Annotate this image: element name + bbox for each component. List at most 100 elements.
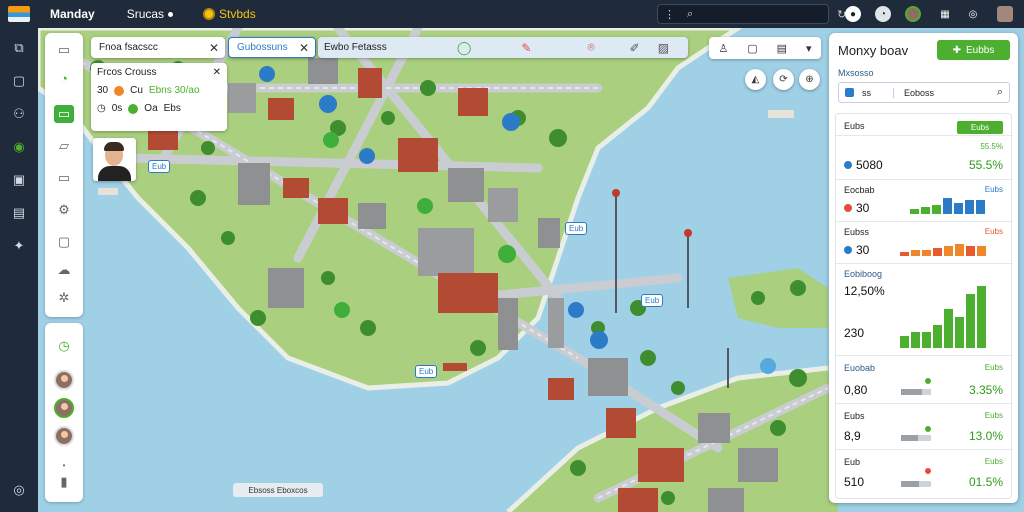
timer-icon[interactable]: ◷ bbox=[54, 337, 74, 355]
notification-icon[interactable]: ◔ bbox=[875, 6, 891, 22]
stat-icon bbox=[844, 246, 852, 254]
active-layer-icon[interactable]: ▭ bbox=[54, 105, 74, 123]
global-search[interactable]: ⋮ ⌕ ↻ bbox=[657, 4, 846, 24]
compass-icon[interactable]: ◭ bbox=[745, 69, 766, 90]
toggle-icon[interactable]: ▭ bbox=[54, 41, 74, 59]
filter-chip-secondary[interactable]: Gubossuns ✕ bbox=[228, 37, 316, 58]
bookmark-icon[interactable]: ▭ bbox=[54, 169, 74, 187]
map-label[interactable]: Eub bbox=[148, 160, 171, 173]
filter-icon bbox=[845, 88, 854, 97]
locate-icon[interactable]: ⟳ bbox=[773, 69, 794, 90]
map-scale: Ebsoss Eboxcos bbox=[233, 483, 323, 497]
mini-bar bbox=[900, 252, 909, 256]
plus-icon: ✚ bbox=[952, 44, 962, 56]
map-label[interactable]: Eub bbox=[565, 222, 588, 235]
stat-icon bbox=[844, 161, 852, 169]
mini-bar bbox=[932, 205, 941, 214]
filter-chip-primary[interactable]: Fnoa fsacscc ✕ bbox=[91, 37, 225, 58]
image-icon[interactable]: ▣ bbox=[11, 172, 27, 188]
frame-icon[interactable]: ▢ bbox=[54, 233, 74, 251]
mini-bar bbox=[977, 286, 986, 348]
stats-row[interactable]: Euobab Eubs 0,80 3.35% bbox=[836, 356, 1013, 404]
dropdown-icon[interactable]: ▾ bbox=[806, 42, 812, 55]
panel-title: Monxy boav bbox=[838, 43, 909, 58]
nav-search[interactable]: Srucas bbox=[127, 7, 174, 21]
share-icon[interactable]: ⚇ bbox=[11, 106, 27, 122]
panel-action-button[interactable]: ✚ Eubbs bbox=[937, 40, 1010, 60]
folder-tool-icon[interactable]: ▱ bbox=[54, 137, 74, 155]
mini-bar-chart bbox=[910, 198, 985, 214]
dot-icon bbox=[168, 11, 174, 17]
layers-icon[interactable]: ⧉ bbox=[11, 40, 27, 56]
mini-bar bbox=[966, 246, 975, 256]
map-layers-icon[interactable]: ⊕ bbox=[799, 69, 820, 90]
team-avatar-3[interactable] bbox=[54, 426, 74, 446]
map-tool-column: ▭ ◔ ▭ ▱ ▭ ⚙ ▢ ☁ ✲ bbox=[45, 33, 83, 317]
app-title: Manday bbox=[50, 7, 95, 21]
cloud-icon[interactable]: ☁ bbox=[54, 261, 74, 279]
gear-icon[interactable]: ⚙ bbox=[54, 201, 74, 219]
mini-bar bbox=[933, 325, 942, 348]
mini-bar bbox=[900, 336, 909, 348]
stats-list: Eubs Eubs 55.5% 5080 55.5% Eocbab Eubs 3… bbox=[835, 113, 1013, 500]
panel-search[interactable]: ss Eoboss ⌕ bbox=[838, 82, 1010, 103]
pin-green-icon[interactable]: ◯ bbox=[457, 40, 472, 56]
more-dot-icon[interactable]: • bbox=[54, 456, 74, 474]
person-icon[interactable]: ♙ bbox=[718, 42, 728, 55]
stats-row[interactable]: Eocbab Eubs 30 bbox=[836, 180, 1013, 222]
stats-row[interactable]: Eubs Eubs 8,9 13.0% bbox=[836, 404, 1013, 450]
list-icon[interactable]: ▤ bbox=[777, 42, 787, 55]
panel-icon[interactable]: ▤ bbox=[11, 205, 27, 221]
map-label[interactable]: Eub bbox=[641, 294, 664, 307]
analytics-panel: Monxy boav ✚ Eubbs Mxsosso ss Eoboss ⌕ E… bbox=[829, 33, 1018, 503]
profile-avatar[interactable] bbox=[997, 6, 1013, 22]
nav-status[interactable]: Stvbds bbox=[203, 7, 256, 21]
mini-bar bbox=[954, 203, 963, 214]
edit-icon[interactable]: ✐ bbox=[630, 41, 640, 55]
top-bar: Manday Srucas Stvbds bbox=[0, 0, 1024, 28]
mini-bar bbox=[955, 244, 964, 256]
check-icon[interactable]: ◔ bbox=[54, 69, 74, 87]
close-icon[interactable]: ✕ bbox=[209, 41, 219, 55]
settings-tool-icon[interactable]: ✲ bbox=[54, 289, 74, 307]
stats-header: Eubs Eubs bbox=[836, 114, 1013, 136]
map-toolbar-strip: Ewbo Fetasss ◯ ✎ ⌾ ✐ ▨ bbox=[318, 37, 688, 58]
bookmark-tool-icon[interactable]: ▨ bbox=[658, 41, 669, 55]
search-input[interactable] bbox=[705, 8, 826, 20]
coin-icon bbox=[203, 8, 216, 20]
stats-row[interactable]: Eubss Eubs 30 bbox=[836, 222, 1013, 264]
panel-subtitle: Mxsosso bbox=[838, 68, 874, 78]
map-tools: ♙ ▢ ▤ ▾ bbox=[709, 37, 821, 59]
grid-icon[interactable]: ▦ bbox=[937, 6, 953, 22]
settings-icon[interactable]: ◎ bbox=[11, 482, 27, 498]
mini-bar-chart bbox=[900, 240, 986, 256]
globe-icon[interactable]: ◎ bbox=[965, 6, 981, 22]
stats-header-button[interactable]: Eubs bbox=[957, 121, 1003, 134]
stats-row[interactable]: 55.5% 5080 55.5% bbox=[836, 136, 1013, 180]
stats-row[interactable]: Eub Eubs 510 01.5% bbox=[836, 450, 1013, 500]
progress-bar bbox=[901, 389, 931, 395]
place-info-card: Frcos Crouss ✕ 30 Cu Ebns 30/ao ◷ 0s Oa … bbox=[91, 63, 227, 131]
map-label[interactable]: Eub bbox=[415, 365, 438, 378]
team-column: ◷ • ▮ bbox=[45, 323, 83, 502]
tools-icon[interactable]: ✦ bbox=[11, 238, 27, 254]
close-icon[interactable]: ✕ bbox=[213, 67, 221, 78]
progress-bar bbox=[901, 481, 931, 487]
person-photo-card[interactable] bbox=[93, 138, 136, 181]
search-icon[interactable]: ⌕ bbox=[997, 86, 1003, 99]
close-icon[interactable]: ✕ bbox=[299, 41, 309, 55]
user-avatar[interactable] bbox=[905, 6, 921, 22]
team-avatar-1[interactable] bbox=[54, 370, 74, 390]
team-avatar-2[interactable] bbox=[54, 398, 74, 418]
folder-icon[interactable]: ▢ bbox=[11, 73, 27, 89]
globe-nav-icon[interactable]: ◉ bbox=[11, 139, 27, 155]
record-icon[interactable]: ● bbox=[845, 6, 861, 22]
pin-red-icon[interactable]: ⌾ bbox=[587, 40, 594, 55]
brush-icon[interactable]: ✎ bbox=[521, 41, 531, 55]
mini-bar bbox=[911, 332, 920, 348]
flame-icon bbox=[114, 85, 125, 96]
stats-row[interactable]: Eobiboog 12,50% 230 bbox=[836, 264, 1013, 356]
lock-icon[interactable]: ▮ bbox=[54, 473, 74, 491]
tag-icon[interactable]: ▢ bbox=[747, 42, 757, 55]
app-logo-icon bbox=[8, 6, 30, 22]
